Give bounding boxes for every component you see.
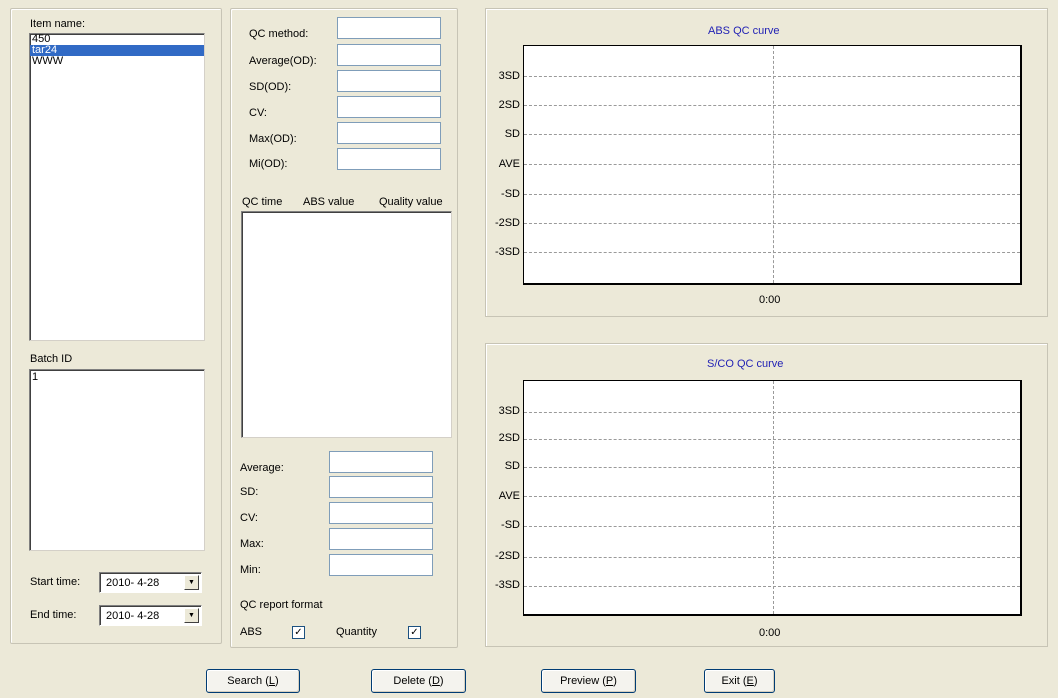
max-field[interactable] xyxy=(329,528,433,550)
end-time-label: End time: xyxy=(30,609,77,621)
quality-value-header: Quality value xyxy=(379,196,443,208)
exit-button[interactable]: Exit (E) xyxy=(704,669,775,693)
sco-ytick: -2SD xyxy=(494,550,520,562)
quantity-checkbox-label: Quantity xyxy=(336,626,377,638)
sco-center-line xyxy=(773,381,774,614)
max-od-label: Max(OD): xyxy=(249,133,297,145)
mi-od-label: Mi(OD): xyxy=(249,158,288,170)
quantity-checkbox[interactable]: ✓ xyxy=(408,626,421,639)
report-format-label: QC report format xyxy=(240,599,323,611)
sd-field[interactable] xyxy=(329,476,433,498)
sco-chart-title: S/CO QC curve xyxy=(707,358,784,370)
sco-gridline xyxy=(524,526,1020,527)
start-time-picker[interactable]: 2010- 4-28 ▼ xyxy=(99,572,202,593)
abs-ytick: SD xyxy=(504,128,520,140)
delete-button-label: Delete xyxy=(393,675,426,687)
sco-ytick: 2SD xyxy=(498,432,520,444)
search-button-key: L xyxy=(268,675,276,687)
sco-ytick: AVE xyxy=(498,490,520,502)
max-od-field[interactable] xyxy=(337,122,441,144)
sco-gridline xyxy=(524,412,1020,413)
average-od-field[interactable] xyxy=(337,44,441,66)
chevron-down-icon[interactable]: ▼ xyxy=(184,575,199,590)
cv2-field[interactable] xyxy=(329,502,433,524)
sco-gridline xyxy=(524,439,1020,440)
qc-method-label: QC method: xyxy=(249,28,309,40)
end-time-value: 2010- 4-28 xyxy=(106,610,160,622)
abs-value-header: ABS value xyxy=(303,196,355,208)
abs-gridline xyxy=(524,223,1020,224)
search-button-label: Search xyxy=(227,675,263,687)
abs-gridline xyxy=(524,105,1020,106)
mi-od-field[interactable] xyxy=(337,148,441,170)
end-time-picker[interactable]: 2010- 4-28 ▼ xyxy=(99,605,202,626)
cv-field[interactable] xyxy=(337,96,441,118)
sd-od-label: SD(OD): xyxy=(249,81,292,93)
abs-ytick: 2SD xyxy=(498,99,520,111)
min-label: Min: xyxy=(240,564,261,576)
preview-button-label: Preview xyxy=(560,675,600,687)
sco-ytick: -SD xyxy=(501,519,520,531)
abs-plot-area xyxy=(523,45,1022,285)
sco-plot-area xyxy=(523,380,1022,616)
delete-button[interactable]: Delete (D) xyxy=(371,669,466,693)
sco-xtick: 0:00 xyxy=(759,627,781,639)
sco-ytick: -3SD xyxy=(494,579,520,591)
cv-label: CV: xyxy=(249,107,267,119)
sco-gridline xyxy=(524,467,1020,468)
start-time-value: 2010- 4-28 xyxy=(106,577,160,589)
abs-gridline xyxy=(524,164,1020,165)
item-name-label: Item name: xyxy=(30,18,86,30)
max-label: Max: xyxy=(240,538,264,550)
average-field[interactable] xyxy=(329,451,433,473)
abs-checkbox-label: ABS xyxy=(240,626,263,638)
abs-xtick: 0:00 xyxy=(759,294,781,306)
chevron-down-icon[interactable]: ▼ xyxy=(184,608,199,623)
abs-chart-panel: ABS QC curve 3SD 2SD SD AVE -SD -2SD -3S… xyxy=(485,8,1048,317)
qc-time-header: QC time xyxy=(242,196,283,208)
abs-chart-title: ABS QC curve xyxy=(708,25,780,37)
search-button[interactable]: Search (L) xyxy=(206,669,300,693)
item-list[interactable]: 450 tar24 WWW xyxy=(29,33,205,341)
sco-ytick: SD xyxy=(504,460,520,472)
sco-gridline xyxy=(524,557,1020,558)
qc-method-field[interactable] xyxy=(337,17,441,39)
min-field[interactable] xyxy=(329,554,433,576)
batch-list[interactable]: 1 xyxy=(29,369,205,551)
abs-checkbox[interactable]: ✓ xyxy=(292,626,305,639)
sco-gridline xyxy=(524,496,1020,497)
exit-button-key: E xyxy=(746,675,754,687)
qc-results-list[interactable] xyxy=(241,211,452,438)
average-od-label: Average(OD): xyxy=(249,55,317,67)
abs-gridline xyxy=(524,76,1020,77)
abs-center-line xyxy=(773,46,774,283)
sco-chart-panel: S/CO QC curve 3SD 2SD SD AVE -SD -2SD -3… xyxy=(485,343,1048,647)
sco-ytick: 3SD xyxy=(498,405,520,417)
sco-gridline xyxy=(524,586,1020,587)
list-item[interactable]: WWW xyxy=(30,56,204,67)
abs-gridline xyxy=(524,194,1020,195)
cv2-label: CV: xyxy=(240,512,258,524)
abs-ytick: 3SD xyxy=(498,70,520,82)
abs-ytick: -2SD xyxy=(494,217,520,229)
abs-ytick: -SD xyxy=(501,188,520,200)
batch-id-label: Batch ID xyxy=(30,353,73,365)
average-label: Average: xyxy=(240,462,284,474)
sd-od-field[interactable] xyxy=(337,70,441,92)
sd-label: SD: xyxy=(240,486,259,498)
list-item[interactable]: 1 xyxy=(30,370,204,383)
delete-button-key: D xyxy=(431,675,440,687)
abs-ytick: AVE xyxy=(498,158,520,170)
abs-gridline xyxy=(524,252,1020,253)
start-time-label: Start time: xyxy=(30,576,81,588)
preview-button[interactable]: Preview (P) xyxy=(541,669,636,693)
abs-gridline xyxy=(524,134,1020,135)
exit-button-label: Exit xyxy=(721,675,740,687)
preview-button-key: P xyxy=(605,675,614,687)
abs-ytick: -3SD xyxy=(494,246,520,258)
